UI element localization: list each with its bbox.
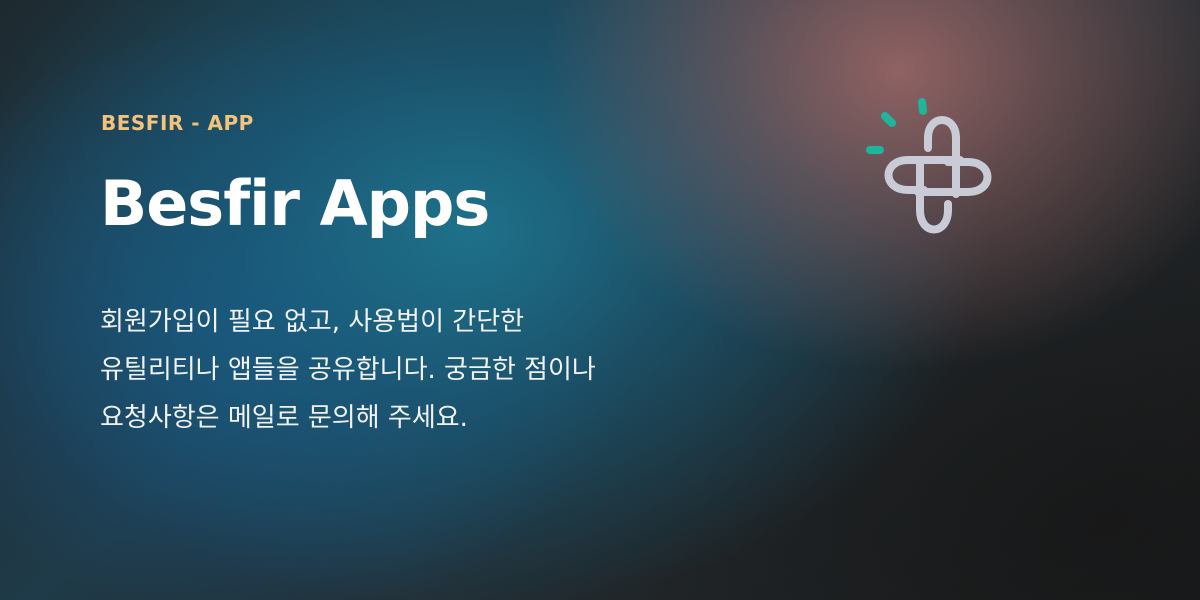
page-title: Besfir Apps (100, 167, 490, 240)
description-text: 회원가입이 필요 없고, 사용법이 간단한 유틸리티나 앱들을 공유합니다. 궁… (100, 307, 596, 433)
besfir-logo-icon (866, 98, 992, 234)
spark-icon (866, 98, 927, 154)
hero-banner: BESFIR - APP Besfir Apps 회원가입이 필요 없고, 사용… (0, 0, 1200, 600)
eyebrow-label: BESFIR - APP (101, 111, 254, 135)
plus-mark-icon (884, 116, 992, 234)
